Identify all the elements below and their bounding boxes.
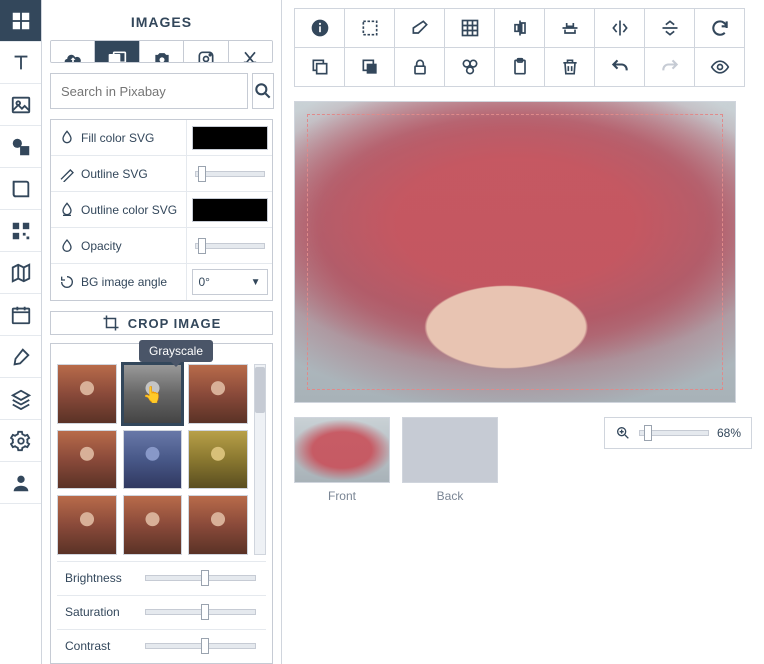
align-v-icon[interactable] [544,8,595,48]
lock-icon[interactable] [394,47,445,87]
crop-image-button[interactable]: CROP IMAGE [50,311,273,334]
fill-color-swatch[interactable] [192,126,268,150]
grid-icon[interactable] [444,8,495,48]
rail-book-icon[interactable] [0,168,41,210]
info-icon[interactable] [294,8,345,48]
redo-icon[interactable] [644,47,695,87]
filter-thumb-7[interactable] [57,495,117,555]
images-panel: IMAGES Fill color SVG Outline SVG Outlin… [42,0,282,664]
saturation-label: Saturation [57,605,135,619]
rail-calendar-icon[interactable] [0,294,41,336]
filters-scrollbar[interactable] [254,364,266,555]
upload-button[interactable] [51,41,95,63]
align-h-icon[interactable] [494,8,545,48]
canvas-area: Front Back 68% [282,0,764,664]
canvas-image[interactable] [294,101,736,403]
rail-settings-icon[interactable] [0,420,41,462]
front-view-label: Front [328,489,356,503]
flip-h-icon[interactable] [594,8,645,48]
bg-angle-select[interactable]: 0°▼ [192,269,268,295]
svg-properties: Fill color SVG Outline SVG Outline color… [50,119,273,301]
image-source-row [50,40,273,63]
fill-color-label: Fill color SVG [51,130,186,146]
eraser-icon[interactable] [394,8,445,48]
filter-thumb-3[interactable] [188,364,248,424]
preview-icon[interactable] [694,47,745,87]
rail-image-icon[interactable] [0,84,41,126]
rail-text-icon[interactable] [0,42,41,84]
trash-icon[interactable] [544,47,595,87]
rail-map-icon[interactable] [0,252,41,294]
filter-thumb-4[interactable] [57,430,117,490]
rail-grid-icon[interactable] [0,0,41,42]
duplicate-icon[interactable] [344,47,395,87]
opacity-slider[interactable] [195,243,265,249]
rail-shapes-icon[interactable] [0,126,41,168]
rail-brush-icon[interactable] [0,336,41,378]
contrast-slider[interactable] [145,643,256,649]
top-toolbar [294,8,752,87]
filter-tooltip: Grayscale [139,340,213,362]
saturation-slider[interactable] [145,609,256,615]
paste-icon[interactable] [494,47,545,87]
outline-label: Outline SVG [51,166,186,182]
rail-qr-icon[interactable] [0,210,41,252]
cut-button[interactable] [229,41,272,63]
rotate-icon[interactable] [694,8,745,48]
search-input[interactable] [50,73,248,109]
filter-thumb-8[interactable] [123,495,183,555]
outline-color-label: Outline color SVG [51,202,186,218]
filter-thumb-grayscale[interactable]: 👆 [123,364,183,424]
front-view-thumb[interactable] [294,417,390,483]
filter-thumb-6[interactable] [188,430,248,490]
panel-title: IMAGES [50,8,273,40]
camera-button[interactable] [140,41,184,63]
crop-overlay[interactable] [307,114,723,390]
zoom-slider[interactable] [639,430,709,436]
bg-angle-label: BG image angle [51,274,186,290]
group-icon[interactable] [444,47,495,87]
outline-slider[interactable] [195,171,265,177]
stock-photos-button[interactable] [95,41,139,63]
filter-thumb-5[interactable] [123,430,183,490]
filters-section: Grayscale 👆 Brightness [50,343,273,664]
flip-v-icon[interactable] [644,8,695,48]
opacity-label: Opacity [51,238,186,254]
zoom-value: 68% [717,426,741,440]
filter-thumb-original[interactable] [57,364,117,424]
select-icon[interactable] [344,8,395,48]
outline-color-swatch[interactable] [192,198,268,222]
zoom-control: 68% [604,417,752,449]
contrast-label: Contrast [57,639,135,653]
back-view-thumb[interactable] [402,417,498,483]
filter-thumb-9[interactable] [188,495,248,555]
brightness-slider[interactable] [145,575,256,581]
rail-user-icon[interactable] [0,462,41,504]
search-button[interactable] [252,73,274,109]
back-view-label: Back [437,489,464,503]
brightness-label: Brightness [57,571,135,585]
rail-layers-icon[interactable] [0,378,41,420]
undo-icon[interactable] [594,47,645,87]
zoom-icon [615,425,631,441]
instagram-button[interactable] [184,41,228,63]
left-rail [0,0,42,664]
copy-icon[interactable] [294,47,345,87]
